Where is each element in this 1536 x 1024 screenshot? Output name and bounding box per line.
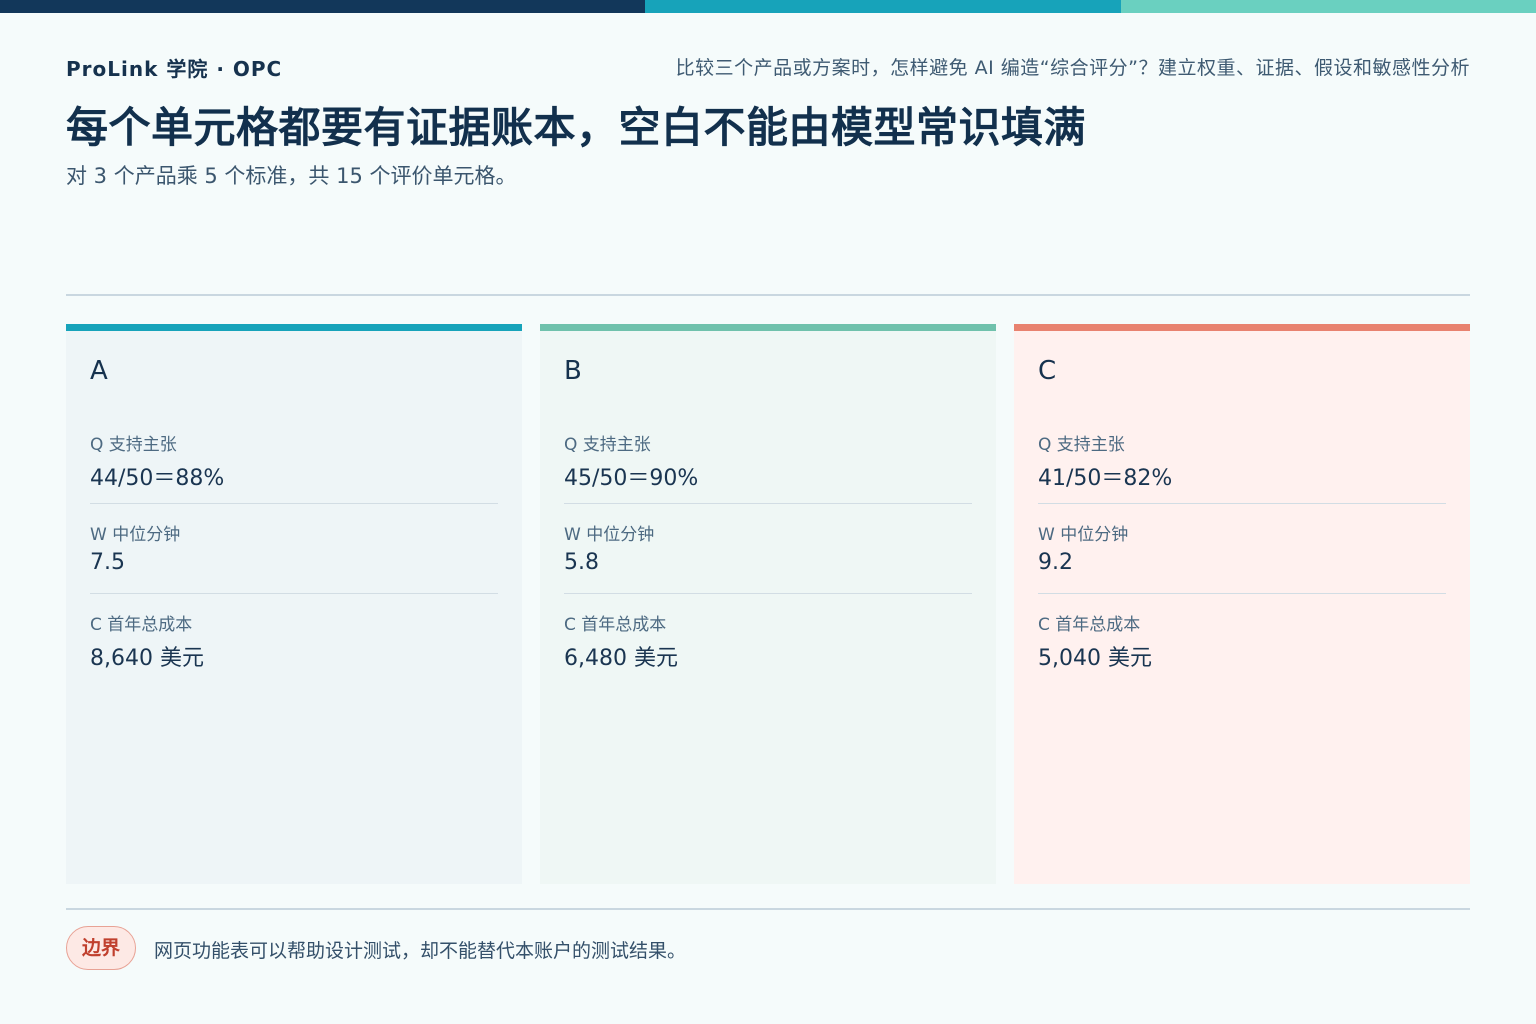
page-title: 每个单元格都要有证据账本，空白不能由模型常识填满	[66, 103, 1087, 152]
divider-bottom	[66, 908, 1470, 910]
top-bar-segment-navy	[0, 0, 645, 13]
metric-first-year-cost: C 首年总成本 6,480 美元	[564, 610, 972, 700]
metric-value: 44/50＝88%	[90, 466, 225, 491]
metric-divider	[564, 503, 972, 504]
boundary-badge: 边界	[66, 926, 136, 970]
top-bar-segment-mint	[1121, 0, 1536, 13]
metric-workflow-minutes: W 中位分钟 9.2	[1038, 520, 1446, 610]
product-card-b: B Q 支持主张 45/50＝90% W 中位分钟 5.8 C 首年总成本 6,…	[540, 324, 996, 884]
metric-label: W 中位分钟	[90, 525, 181, 545]
card-accent-bar	[1014, 324, 1470, 331]
product-card-c: C Q 支持主张 41/50＝82% W 中位分钟 9.2 C 首年总成本 5,…	[1014, 324, 1470, 884]
metric-quality: Q 支持主张 41/50＝82%	[1038, 430, 1446, 520]
card-accent-bar	[66, 324, 522, 331]
metric-value: 8,640 美元	[90, 646, 204, 671]
topic-question: 比较三个产品或方案时，怎样避免 AI 编造“综合评分”？建立权重、证据、假设和敏…	[675, 57, 1470, 79]
card-title: B	[564, 356, 582, 386]
metric-quality: Q 支持主张 45/50＝90%	[564, 430, 972, 520]
product-card-a: A Q 支持主张 44/50＝88% W 中位分钟 7.5 C 首年总成本 8,…	[66, 324, 522, 884]
brand-label: ProLink 学院 · OPC	[66, 57, 283, 81]
page-subtitle: 对 3 个产品乘 5 个标准，共 15 个评价单元格。	[66, 164, 517, 188]
metric-workflow-minutes: W 中位分钟 7.5	[90, 520, 498, 610]
metric-label: C 首年总成本	[1038, 615, 1141, 635]
metric-value: 5.8	[564, 550, 599, 575]
divider-top	[66, 294, 1470, 296]
metric-value: 9.2	[1038, 550, 1073, 575]
metric-divider	[564, 593, 972, 594]
metric-value: 41/50＝82%	[1038, 466, 1173, 491]
metric-value: 45/50＝90%	[564, 466, 699, 491]
metric-value: 5,040 美元	[1038, 646, 1152, 671]
card-title: A	[90, 356, 108, 386]
metric-label: Q 支持主张	[564, 435, 651, 455]
top-color-bar	[0, 0, 1536, 13]
metric-label: C 首年总成本	[564, 615, 667, 635]
card-accent-bar	[540, 324, 996, 331]
metric-quality: Q 支持主张 44/50＝88%	[90, 430, 498, 520]
metric-value: 7.5	[90, 550, 125, 575]
boundary-note: 网页功能表可以帮助设计测试，却不能替代本账户的测试结果。	[154, 940, 687, 962]
product-cards: A Q 支持主张 44/50＝88% W 中位分钟 7.5 C 首年总成本 8,…	[66, 324, 1470, 884]
metric-divider	[90, 503, 498, 504]
metric-label: Q 支持主张	[90, 435, 177, 455]
metric-label: Q 支持主张	[1038, 435, 1125, 455]
metric-value: 6,480 美元	[564, 646, 678, 671]
metric-divider	[90, 593, 498, 594]
card-title: C	[1038, 356, 1057, 386]
metric-workflow-minutes: W 中位分钟 5.8	[564, 520, 972, 610]
top-bar-segment-teal	[645, 0, 1121, 13]
metric-first-year-cost: C 首年总成本 8,640 美元	[90, 610, 498, 700]
metric-first-year-cost: C 首年总成本 5,040 美元	[1038, 610, 1446, 700]
metric-label: W 中位分钟	[564, 525, 655, 545]
metric-label: C 首年总成本	[90, 615, 193, 635]
metric-divider	[1038, 503, 1446, 504]
metric-label: W 中位分钟	[1038, 525, 1129, 545]
metric-divider	[1038, 593, 1446, 594]
